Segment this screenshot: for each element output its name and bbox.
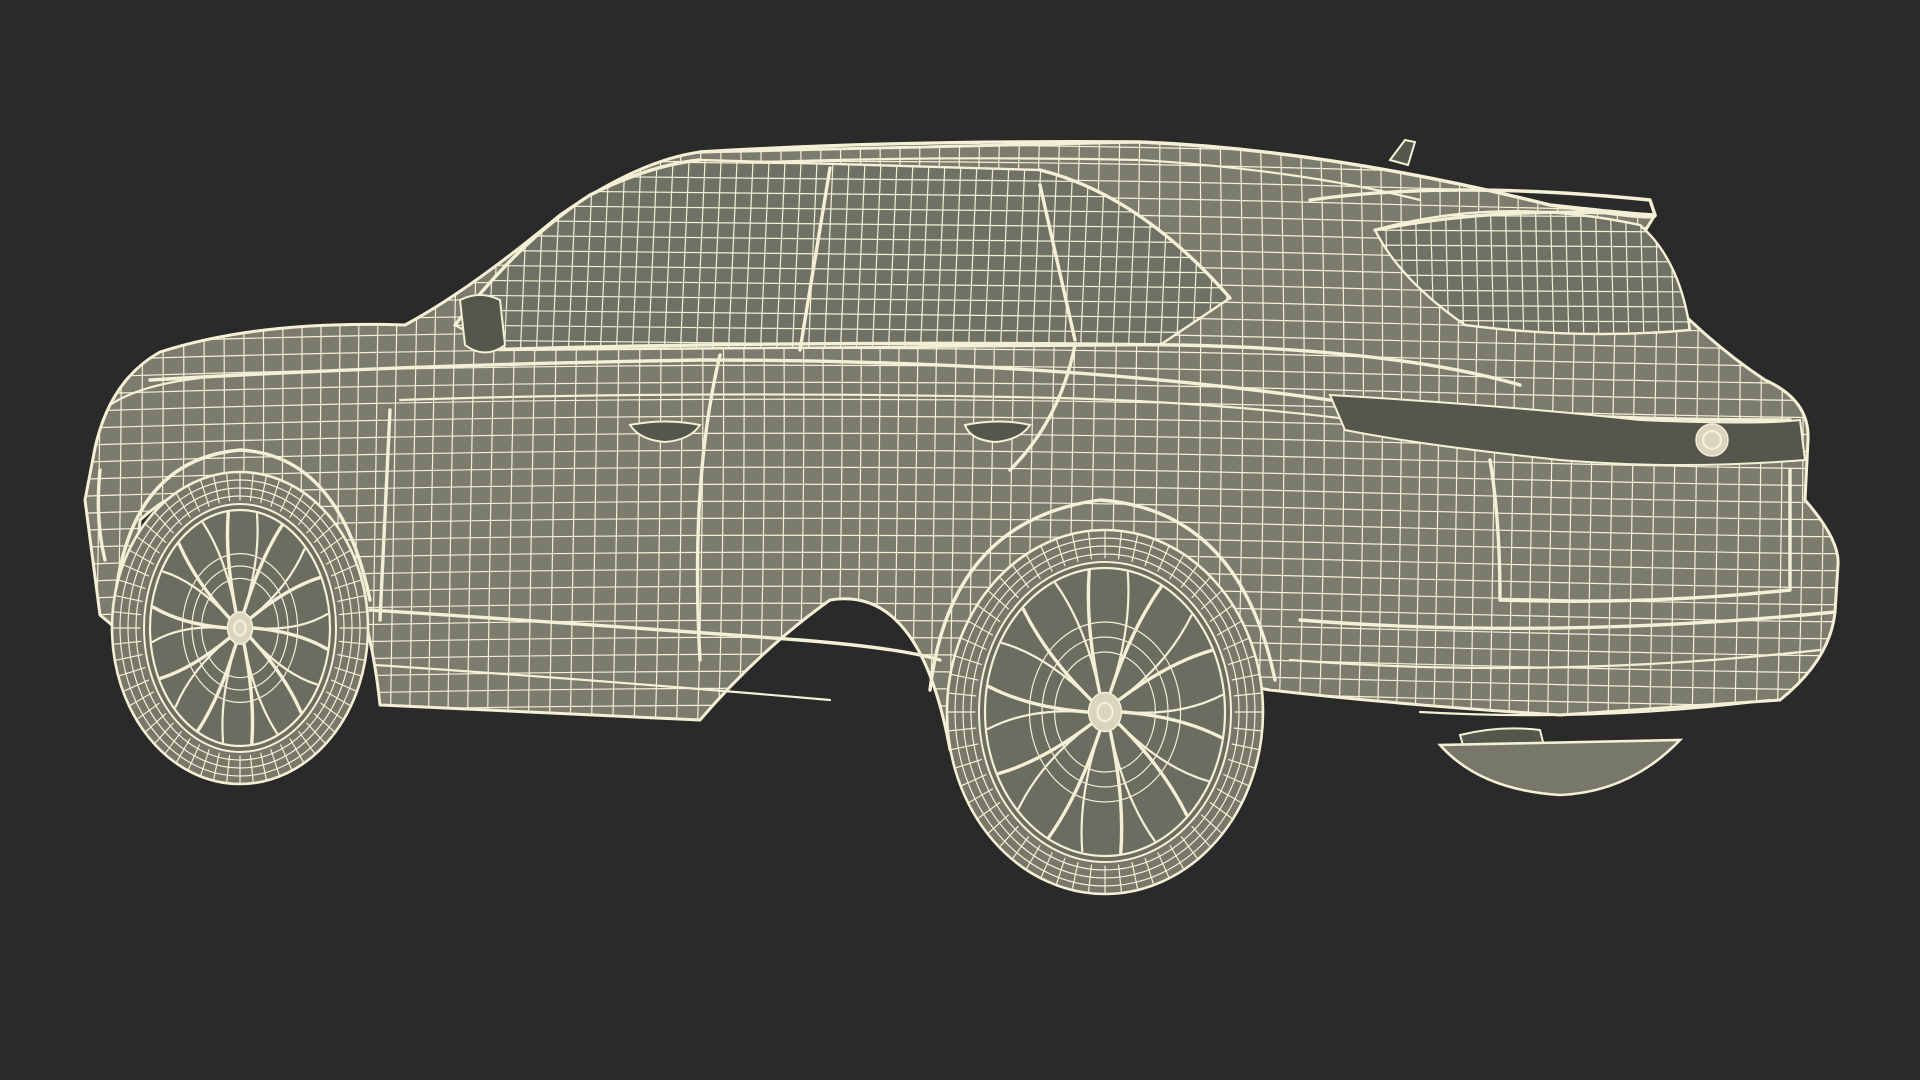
rear-badge-icon xyxy=(1695,423,1729,457)
render-viewport xyxy=(0,0,1920,1080)
mesh-line-v xyxy=(1836,142,1839,752)
mesh-line-v xyxy=(1815,142,1825,752)
side-mirror xyxy=(458,294,507,354)
rear-wheel-hub-icon xyxy=(1087,691,1123,733)
roof-antenna xyxy=(1388,138,1417,167)
mesh-line-v xyxy=(72,120,80,780)
mesh-line-v xyxy=(1857,120,1864,780)
car-wireframe-render xyxy=(72,120,1864,896)
far-rear-wheel xyxy=(1437,738,1684,797)
rear-wheel xyxy=(945,528,1265,896)
far-rear-tire xyxy=(1437,738,1684,797)
front-wheel xyxy=(110,470,370,786)
front-wheel-hub-icon xyxy=(226,611,254,645)
